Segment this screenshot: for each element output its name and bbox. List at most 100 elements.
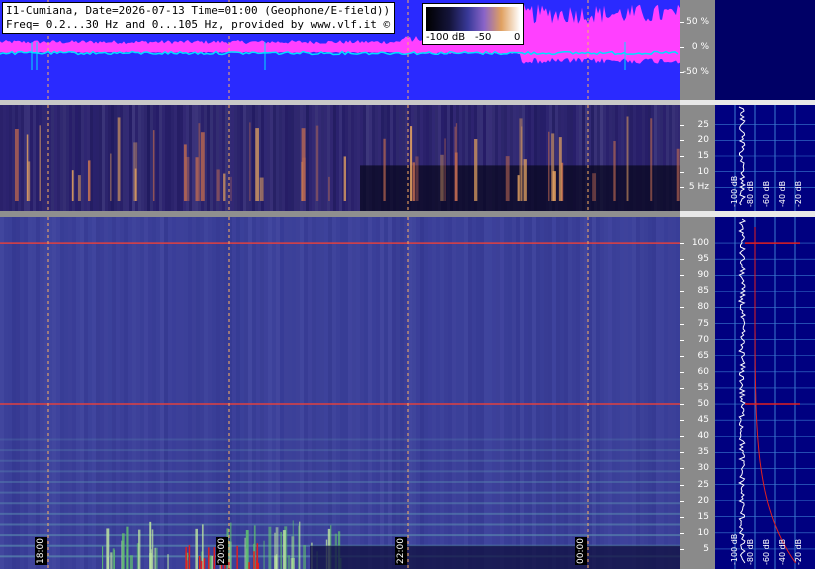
hf-cell	[0, 217, 4, 569]
hf-cell	[208, 217, 212, 569]
lf-cell	[36, 105, 39, 211]
hf-burst	[244, 537, 246, 569]
hf-cell	[480, 217, 484, 569]
lf-cell	[330, 105, 333, 211]
hf-cell	[164, 217, 168, 569]
hf-cell	[328, 217, 332, 569]
hf-band	[0, 523, 680, 526]
hf-cell	[68, 217, 72, 569]
hf-burst	[280, 531, 283, 569]
hf-cell	[404, 217, 408, 569]
lf-burst	[198, 123, 201, 201]
lf-cell	[279, 105, 282, 211]
hf-cell	[584, 217, 588, 569]
hf-cell	[232, 217, 236, 569]
lf-cell	[207, 105, 210, 211]
lf-cell	[75, 105, 78, 211]
lf-burst	[216, 169, 220, 201]
colorbar-label-mid: -50	[475, 32, 492, 43]
hf-cell	[468, 217, 472, 569]
lf-burst	[412, 162, 415, 201]
lf-burst	[592, 173, 596, 201]
lf-burst	[519, 118, 523, 201]
title-line-1: I1-Cumiana, Date=2026-07-13 Time=01:00 (…	[6, 4, 391, 17]
lf-ytick-label: 25	[697, 119, 709, 130]
hf-cell	[632, 217, 636, 569]
lf-burst	[328, 176, 330, 201]
lf-burst	[383, 138, 386, 201]
lf-cell	[276, 105, 279, 211]
lf-cell	[99, 105, 102, 211]
lf-burst	[223, 173, 226, 201]
hf-cell	[116, 217, 120, 569]
hf-cell	[96, 217, 100, 569]
hf-band	[0, 480, 680, 483]
hf-burst	[274, 532, 276, 569]
hf-cell	[636, 217, 640, 569]
lf-burst	[613, 141, 616, 201]
lf-burst	[71, 170, 74, 201]
hf-cell	[256, 217, 260, 569]
lf-ytick	[680, 171, 684, 173]
station-title-box: I1-Cumiana, Date=2026-07-13 Time=01:00 (…	[2, 2, 396, 34]
lf-cell	[333, 105, 336, 211]
title-line-2: Freq= 0.2...30 Hz and 0...105 Hz, provid…	[6, 18, 391, 31]
lf-cell	[129, 105, 132, 211]
hf-ytick	[680, 355, 684, 357]
hf-ytick	[680, 484, 684, 486]
hf-cell	[608, 217, 612, 569]
hf-ytick	[680, 468, 684, 470]
lf-cell	[318, 105, 321, 211]
hf-cell	[32, 217, 36, 569]
hf-ytick	[680, 532, 684, 534]
hf-cell	[572, 217, 576, 569]
hf-burst	[137, 529, 141, 569]
hf-cell	[452, 217, 456, 569]
lf-burst	[548, 131, 550, 201]
hf-cell	[4, 217, 8, 569]
lf-cell	[54, 105, 57, 211]
hf-cell	[564, 217, 568, 569]
hf-ytick-label: 35	[697, 447, 709, 458]
hf-cell	[620, 217, 624, 569]
lf-cell	[51, 105, 54, 211]
hf-cell	[244, 217, 248, 569]
hf-ytick-label: 95	[697, 254, 709, 265]
hf-ytick	[680, 259, 684, 261]
hf-ytick-label: 10	[697, 527, 709, 538]
hf-ytick	[680, 371, 684, 373]
lf-cell	[174, 105, 177, 211]
hf-cell	[536, 217, 540, 569]
hf-cell	[216, 217, 220, 569]
lf-cell	[312, 105, 315, 211]
hf-cell	[416, 217, 420, 569]
hf-cell	[300, 217, 304, 569]
hf-cell	[448, 217, 452, 569]
waveform-ytick	[680, 72, 684, 73]
lf-burst	[455, 123, 458, 201]
lf-burst	[249, 122, 251, 201]
low-frequency-spectrum-plot: -100 dB -80 dB -60 dB -40 dB -20 dB	[715, 105, 815, 211]
side-xtick-label: -20 dB	[794, 539, 803, 565]
low-frequency-spectrum-panel: -100 dB -80 dB -60 dB -40 dB -20 dB	[715, 105, 815, 211]
lf-burst	[440, 154, 444, 201]
hf-cell	[192, 217, 196, 569]
hf-cell	[248, 217, 252, 569]
hf-cell	[600, 217, 604, 569]
hf-cell	[16, 217, 20, 569]
lf-cell	[6, 105, 9, 211]
hf-cell	[132, 217, 136, 569]
hf-cell	[204, 217, 208, 569]
lf-cell	[102, 105, 105, 211]
hf-burst	[121, 533, 125, 569]
time-label-1800: 18:00	[35, 537, 47, 565]
hf-cell	[380, 217, 384, 569]
hf-cell	[172, 217, 176, 569]
hf-cell	[464, 217, 468, 569]
hf-cell	[264, 217, 268, 569]
hf-burst	[299, 521, 301, 569]
lf-cell	[357, 105, 360, 211]
hf-band	[0, 470, 680, 473]
hf-ytick	[680, 243, 684, 245]
hf-cell	[188, 217, 192, 569]
